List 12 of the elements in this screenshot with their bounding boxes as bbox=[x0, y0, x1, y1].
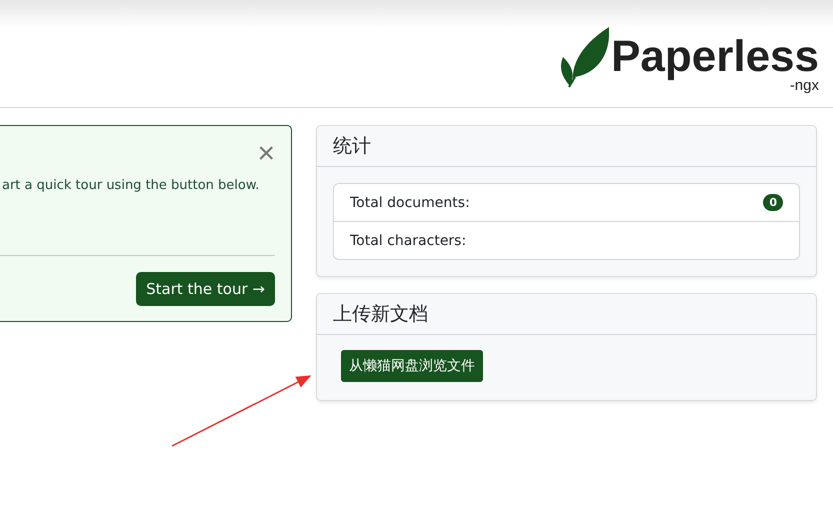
stat-label: Total documents: bbox=[350, 194, 470, 210]
logo-text: Paperless bbox=[611, 35, 819, 79]
card-title: 上传新文档 bbox=[333, 302, 428, 327]
start-tour-button[interactable]: Start the tour → bbox=[136, 272, 275, 306]
stat-label: Total characters: bbox=[350, 232, 466, 248]
card-title: 统计 bbox=[333, 134, 371, 159]
welcome-text: art a quick tour using the button below. bbox=[2, 178, 260, 193]
browse-files-button[interactable]: 从懒猫网盘浏览文件 bbox=[341, 350, 483, 382]
leaf-icon bbox=[559, 25, 610, 89]
close-button[interactable]: × bbox=[257, 140, 275, 168]
count-badge: 0 bbox=[763, 194, 783, 211]
logo-subtitle: -ngx bbox=[790, 79, 819, 93]
